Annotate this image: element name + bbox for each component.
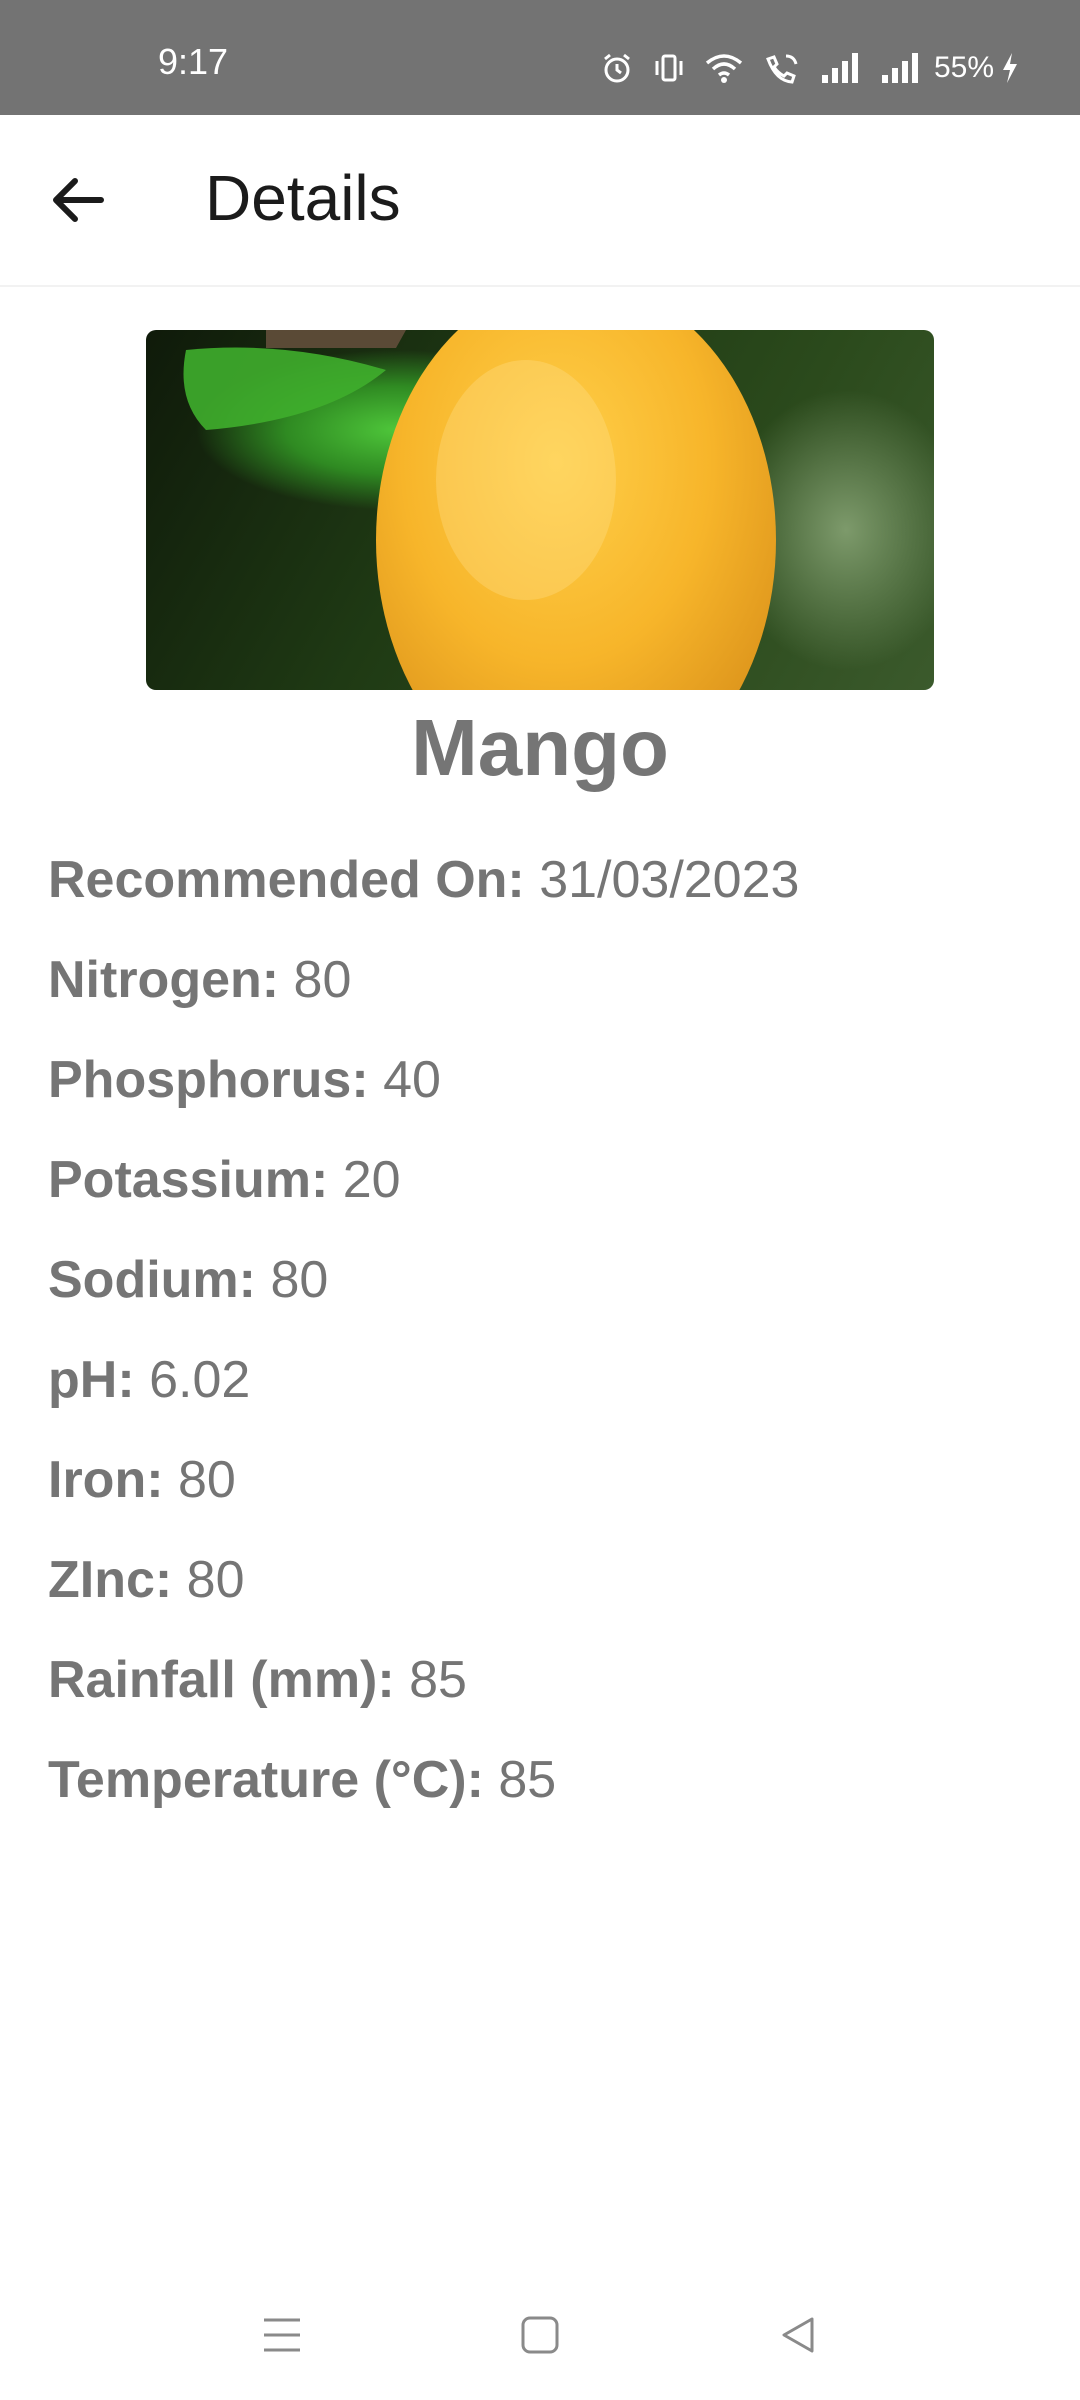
detail-phosphorus: Phosphorus: 40	[48, 1030, 1048, 1130]
detail-value: 85	[409, 1651, 467, 1709]
home-square-icon	[521, 2316, 559, 2354]
detail-value: 80	[270, 1251, 329, 1309]
recents-button[interactable]	[252, 2310, 312, 2360]
vibrate-icon	[655, 54, 683, 82]
detail-value: 85	[498, 1751, 557, 1809]
detail-rainfall: Rainfall (mm): 85	[48, 1630, 1048, 1730]
status-bar: 9:17 55%	[0, 0, 1080, 115]
detail-sodium: Sodium: 80	[48, 1230, 1048, 1330]
detail-temperature: Temperature (°C): 85	[48, 1730, 1048, 1830]
detail-value: 31/03/2023	[539, 851, 800, 909]
detail-value: 80	[293, 951, 352, 1009]
arrow-left-icon	[53, 178, 104, 222]
home-button[interactable]	[510, 2310, 570, 2360]
battery-percent: 55%	[933, 51, 994, 84]
system-back-button[interactable]	[768, 2310, 828, 2360]
detail-label: Phosphorus:	[48, 1051, 369, 1109]
signal-icon-2	[881, 53, 918, 83]
detail-label: Sodium:	[48, 1251, 256, 1309]
app-bar: Details	[0, 115, 1080, 287]
detail-nitrogen: Nitrogen: 80	[48, 930, 1048, 1030]
page-title: Details	[205, 162, 401, 234]
detail-value: 6.02	[149, 1351, 251, 1409]
signal-icon-1	[821, 53, 858, 83]
crop-name: Mango	[411, 703, 669, 792]
wifi-icon	[705, 54, 743, 83]
detail-label: Temperature (°C):	[48, 1751, 484, 1809]
back-triangle-icon	[782, 2317, 814, 2353]
detail-label: ZInc:	[48, 1551, 173, 1609]
detail-ph: pH: 6.02	[48, 1330, 1048, 1430]
detail-label: Nitrogen:	[48, 951, 280, 1009]
detail-iron: Iron: 80	[48, 1430, 1048, 1530]
detail-label: Recommended On:	[48, 851, 525, 909]
detail-label: Iron:	[48, 1451, 164, 1509]
mango-photo	[146, 330, 934, 690]
detail-label: Rainfall (mm):	[48, 1651, 395, 1709]
detail-recommended-on: Recommended On: 31/03/2023	[48, 830, 1048, 930]
back-button[interactable]	[42, 170, 112, 230]
detail-value: 40	[383, 1051, 441, 1109]
detail-value: 20	[342, 1151, 401, 1209]
detail-value: 80	[186, 1551, 245, 1609]
status-time: 9:17	[158, 41, 229, 82]
detail-label: pH:	[48, 1351, 135, 1409]
status-icons: 55%	[600, 48, 1020, 88]
details-list: Recommended On: 31/03/2023 Nitrogen: 80 …	[48, 830, 1048, 1830]
detail-value: 80	[177, 1451, 236, 1509]
charging-icon	[1003, 53, 1017, 83]
detail-potassium: Potassium: 20	[48, 1130, 1048, 1230]
detail-zinc: ZInc: 80	[48, 1530, 1048, 1630]
alarm-icon	[604, 53, 630, 83]
system-nav-bar	[0, 2290, 1080, 2380]
wifi-calling-icon	[766, 54, 798, 84]
menu-icon	[264, 2318, 300, 2352]
detail-label: Potassium:	[48, 1151, 329, 1209]
